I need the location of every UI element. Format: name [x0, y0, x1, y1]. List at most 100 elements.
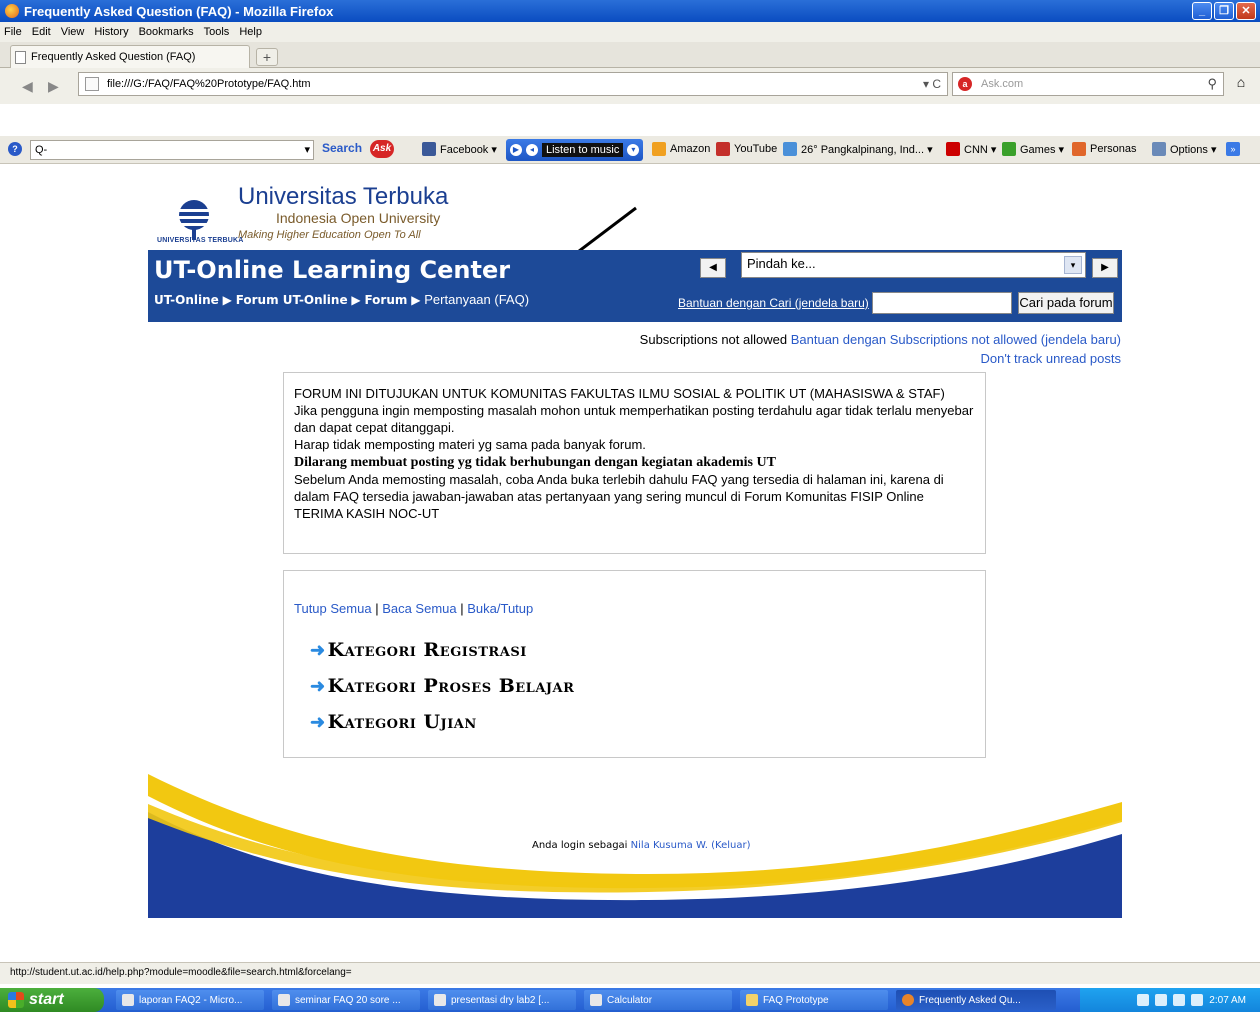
personas-button[interactable]: Personas: [1072, 142, 1136, 156]
user-link[interactable]: Nila Kusuma W.: [631, 840, 708, 851]
forum-search-input[interactable]: [872, 292, 1012, 314]
youtube-icon: [716, 142, 730, 156]
taskbar-item-firefox[interactable]: Frequently Asked Qu...: [896, 990, 1056, 1010]
games-label: Games ▾: [1020, 143, 1065, 156]
toggle-link[interactable]: Buka/Tutup: [467, 601, 533, 616]
taskbar-item-word[interactable]: laporan FAQ2 - Micro...: [116, 990, 264, 1010]
menu-bookmarks[interactable]: Bookmarks: [139, 26, 194, 38]
forward-icon[interactable]: ▶: [48, 78, 59, 95]
toolbar-search-input[interactable]: Q- ▾: [30, 140, 314, 160]
logout-link[interactable]: (Keluar): [711, 840, 750, 851]
menu-help[interactable]: Help: [239, 26, 262, 38]
site-title[interactable]: UT-Online Learning Center: [154, 256, 510, 284]
intro-line-1: FORUM INI DITUJUKAN UNTUK KOMUNITAS FAKU…: [294, 386, 945, 401]
ask-search-field[interactable]: a Ask.com ⚲: [952, 72, 1224, 96]
weather-icon: [783, 142, 797, 156]
volume-icon[interactable]: ◂: [526, 144, 538, 156]
volume-icon[interactable]: [1173, 994, 1186, 1006]
login-info: Anda login sebagai Nila Kusuma W. (Kelua…: [532, 840, 750, 851]
faq-panel: Tutup Semua | Baca Semua | Buka/Tutup ➜ …: [283, 570, 986, 758]
home-icon[interactable]: ⌂: [1230, 74, 1252, 94]
site-header: UT-Online Learning Center UT-Online ▶ Fo…: [148, 250, 1122, 322]
window-title: Frequently Asked Question (FAQ) - Mozill…: [24, 3, 334, 19]
amazon-icon: [652, 142, 666, 156]
weather-button[interactable]: 26° Pangkalpinang, Ind... ▾: [783, 142, 933, 156]
category-label: Kategori Proses Belajar: [327, 675, 575, 697]
facebook-button[interactable]: Facebook ▾: [422, 142, 497, 156]
music-player[interactable]: ▶ ◂ Listen to music ▾: [506, 139, 644, 161]
breadcrumb-current: Pertanyaan (FAQ): [424, 292, 530, 307]
search-help-link[interactable]: Bantuan dengan Cari (jendela baru): [678, 296, 869, 310]
youtube-button[interactable]: YouTube: [716, 142, 777, 156]
cnn-button[interactable]: CNN ▾: [946, 142, 996, 156]
university-name: Universitas Terbuka: [238, 183, 449, 210]
ask-logo[interactable]: Ask: [370, 140, 394, 158]
system-tray: 2:07 AM: [1080, 988, 1260, 1012]
ask-placeholder: Ask.com: [981, 78, 1024, 90]
clock[interactable]: 2:07 AM: [1209, 995, 1246, 1006]
subscriptions-help-link[interactable]: Bantuan dengan Subscriptions not allowed…: [791, 332, 1121, 347]
faq-category-ujian[interactable]: ➜ Kategori Ujian: [310, 711, 477, 733]
breadcrumb-forum-ut-online[interactable]: Forum UT-Online: [236, 293, 348, 307]
menu-history[interactable]: History: [94, 26, 128, 38]
faq-category-registrasi[interactable]: ➜ Kategori Registrasi: [310, 639, 527, 661]
breadcrumb-forum[interactable]: Forum: [364, 293, 407, 307]
amazon-label: Amazon: [670, 143, 711, 155]
track-unread-link[interactable]: Don't track unread posts: [981, 351, 1122, 366]
restore-button[interactable]: ❐: [1214, 2, 1234, 20]
close-button[interactable]: ✕: [1236, 2, 1256, 20]
login-prefix: Anda login sebagai: [532, 840, 628, 851]
toolbar-search-placeholder: Q-: [35, 144, 48, 156]
start-button[interactable]: start: [0, 988, 104, 1012]
tab-faq[interactable]: Frequently Asked Question (FAQ): [10, 45, 250, 68]
breadcrumb-separator: ▶: [351, 293, 365, 307]
reload-icon[interactable]: ▾ C: [923, 77, 941, 91]
url-bar[interactable]: file:///G:/FAQ/FAQ%20Prototype/FAQ.htm ▾…: [78, 72, 948, 96]
amazon-button[interactable]: Amazon: [652, 142, 710, 156]
security-icon[interactable]: [1191, 994, 1204, 1006]
search-icon[interactable]: ⚲: [1207, 76, 1217, 92]
taskbar-item-powerpoint[interactable]: seminar FAQ 20 sore ...: [272, 990, 420, 1010]
jump-to-value: Pindah ke...: [747, 256, 816, 271]
games-button[interactable]: Games ▾: [1002, 142, 1064, 156]
taskbar-item-calculator[interactable]: Calculator: [584, 990, 732, 1010]
jump-previous-button[interactable]: ◀: [700, 258, 726, 278]
taskbar-item-folder[interactable]: FAQ Prototype: [740, 990, 888, 1010]
task-label: seminar FAQ 20 sore ...: [295, 994, 401, 1006]
back-icon[interactable]: ◀: [22, 78, 33, 95]
toolbar-search-button[interactable]: Search: [322, 141, 362, 155]
chevron-down-icon[interactable]: ▾: [304, 141, 310, 159]
options-button[interactable]: Options ▾: [1152, 142, 1217, 156]
firefox-icon: [5, 4, 19, 18]
jump-to-select[interactable]: Pindah ke... ▾: [741, 252, 1086, 278]
new-tab-button[interactable]: +: [256, 48, 278, 66]
chevron-down-icon[interactable]: ▾: [1064, 256, 1082, 274]
intro-warning: Dilarang membuat posting yg tidak berhub…: [294, 455, 776, 470]
breadcrumb-ut-online[interactable]: UT-Online: [154, 293, 219, 307]
taskbar-item-presentation[interactable]: presentasi dry lab2 [...: [428, 990, 576, 1010]
menu-edit[interactable]: Edit: [32, 26, 51, 38]
menu-file[interactable]: File: [4, 26, 22, 38]
subscriptions-status: Subscriptions not allowed: [639, 332, 788, 347]
chevron-right-icon: »: [1226, 142, 1240, 156]
menu-tools[interactable]: Tools: [204, 26, 230, 38]
menu-view[interactable]: View: [61, 26, 85, 38]
help-icon[interactable]: ?: [8, 142, 22, 156]
toolbar-overflow-button[interactable]: »: [1226, 142, 1240, 156]
play-icon[interactable]: ▶: [510, 144, 522, 156]
forum-search-button[interactable]: Cari pada forum: [1018, 292, 1114, 314]
help-tray-icon[interactable]: [1137, 994, 1150, 1006]
facebook-label: Facebook ▾: [440, 143, 497, 156]
collapse-all-link[interactable]: Tutup Semua: [294, 601, 372, 616]
category-label: Kategori Registrasi: [327, 639, 527, 661]
music-dropdown-icon[interactable]: ▾: [627, 144, 640, 156]
tab-bar: Frequently Asked Question (FAQ) +: [0, 42, 1260, 68]
faq-category-proses-belajar[interactable]: ➜ Kategori Proses Belajar: [310, 675, 574, 697]
navigation-bar: ◀ ▶ file:///G:/FAQ/FAQ%20Prototype/FAQ.h…: [0, 68, 1260, 104]
intro-line-4: Sebelum Anda memosting masalah, coba And…: [294, 472, 944, 521]
task-label: Frequently Asked Qu...: [919, 994, 1021, 1006]
jump-next-button[interactable]: ▶: [1092, 258, 1118, 278]
minimize-button[interactable]: _: [1192, 2, 1212, 20]
read-all-link[interactable]: Baca Semua: [382, 601, 456, 616]
network-icon[interactable]: [1155, 994, 1168, 1006]
